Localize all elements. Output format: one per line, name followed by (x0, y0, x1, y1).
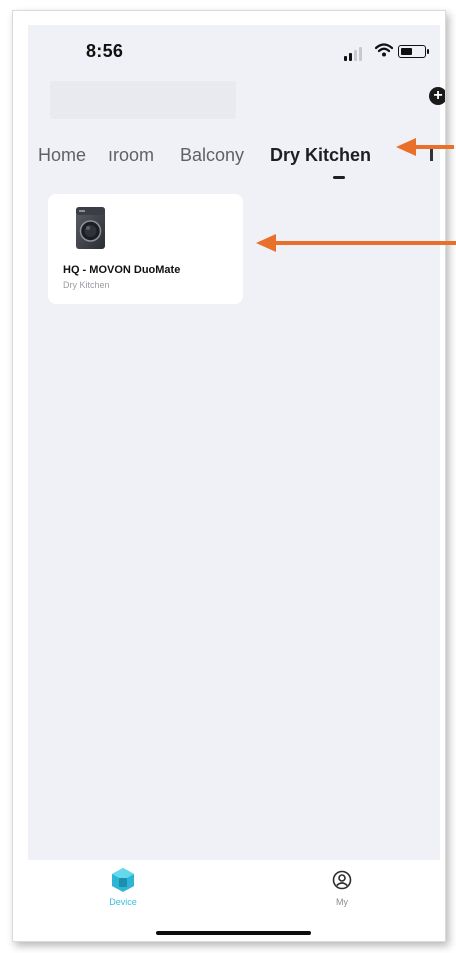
device-card[interactable]: HQ - MOVON DuoMate Dry Kitchen (48, 194, 243, 304)
my-tab-label[interactable]: My (330, 897, 354, 907)
profile-tab-icon[interactable] (332, 870, 352, 890)
annotation-arrow-card (256, 234, 456, 252)
battery-icon (398, 45, 429, 58)
device-name: HQ - MOVON DuoMate (63, 264, 181, 276)
home-selector[interactable] (50, 81, 236, 119)
device-tab-icon[interactable] (110, 867, 136, 893)
plus-circle-icon: + (433, 87, 443, 104)
tab-balcony[interactable]: Balcony (180, 145, 244, 166)
washing-machine-icon (76, 207, 105, 249)
add-device-button[interactable]: + (429, 87, 445, 105)
status-bar: 8:56 (28, 25, 440, 73)
app-screen: 8:56 + Home ıroom Balcony Dry Kitchen HQ… (28, 25, 445, 874)
active-tab-indicator (333, 176, 345, 179)
phone-screenshot-frame: 8:56 + Home ıroom Balcony Dry Kitchen HQ… (12, 10, 446, 942)
tab-home[interactable]: Home (38, 145, 86, 166)
room-tabs: Home ıroom Balcony Dry Kitchen (28, 143, 440, 183)
tab-dry-kitchen[interactable]: Dry Kitchen (270, 145, 371, 166)
device-room: Dry Kitchen (63, 280, 110, 290)
home-indicator (156, 931, 311, 935)
status-time: 8:56 (86, 41, 124, 61)
wifi-icon (375, 43, 393, 57)
device-tab-label[interactable]: Device (105, 897, 141, 907)
tab-room[interactable]: ıroom (108, 145, 154, 166)
annotation-arrow-tabs (396, 138, 454, 156)
cellular-signal-icon (344, 47, 370, 61)
bottom-nav: Device My (13, 860, 445, 941)
